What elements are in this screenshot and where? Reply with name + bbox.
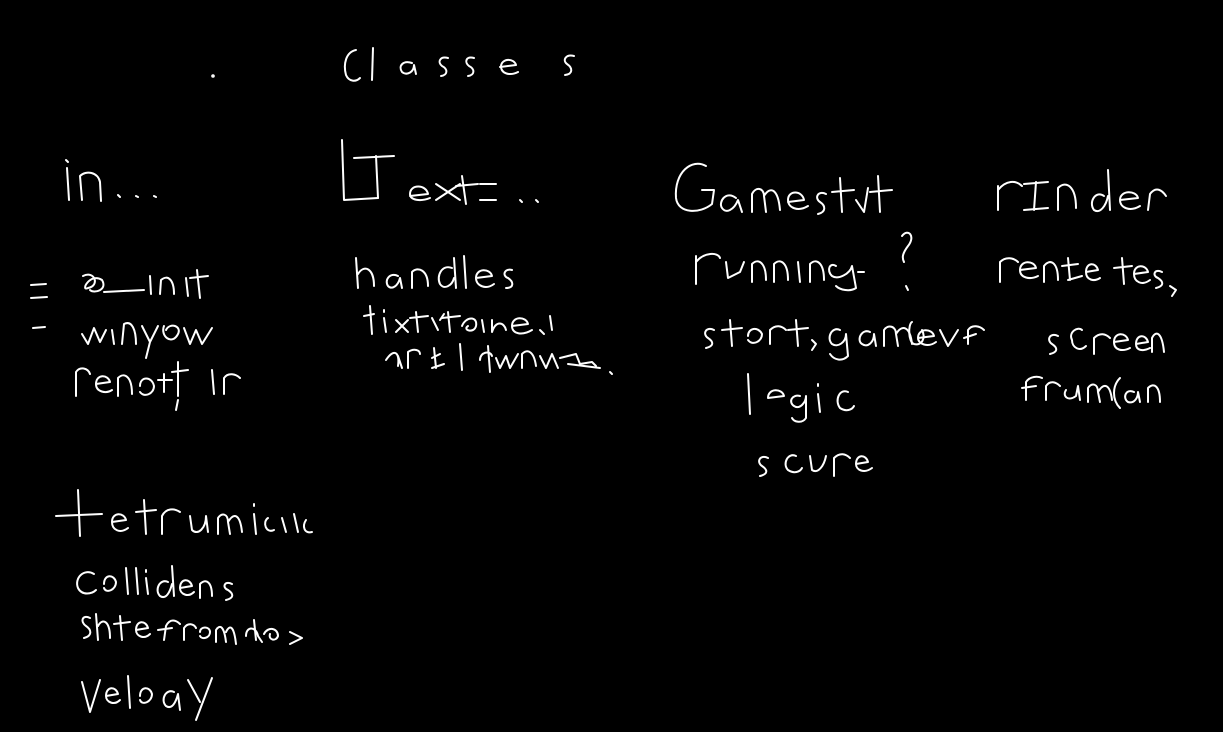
whiteboard-canvas bbox=[30, 47, 1177, 721]
column-1-items bbox=[30, 269, 241, 411]
extra-items bbox=[76, 565, 303, 721]
heading-classes bbox=[343, 47, 575, 82]
column-3-items bbox=[695, 231, 985, 477]
column-3-title bbox=[674, 162, 893, 215]
stray-dot bbox=[211, 74, 215, 78]
column-1-title bbox=[65, 159, 157, 202]
column-2-title bbox=[341, 139, 539, 205]
column-4-items bbox=[999, 257, 1177, 409]
column-2-items bbox=[355, 255, 613, 375]
column-4-title bbox=[997, 169, 1167, 212]
extra-title bbox=[55, 489, 313, 537]
